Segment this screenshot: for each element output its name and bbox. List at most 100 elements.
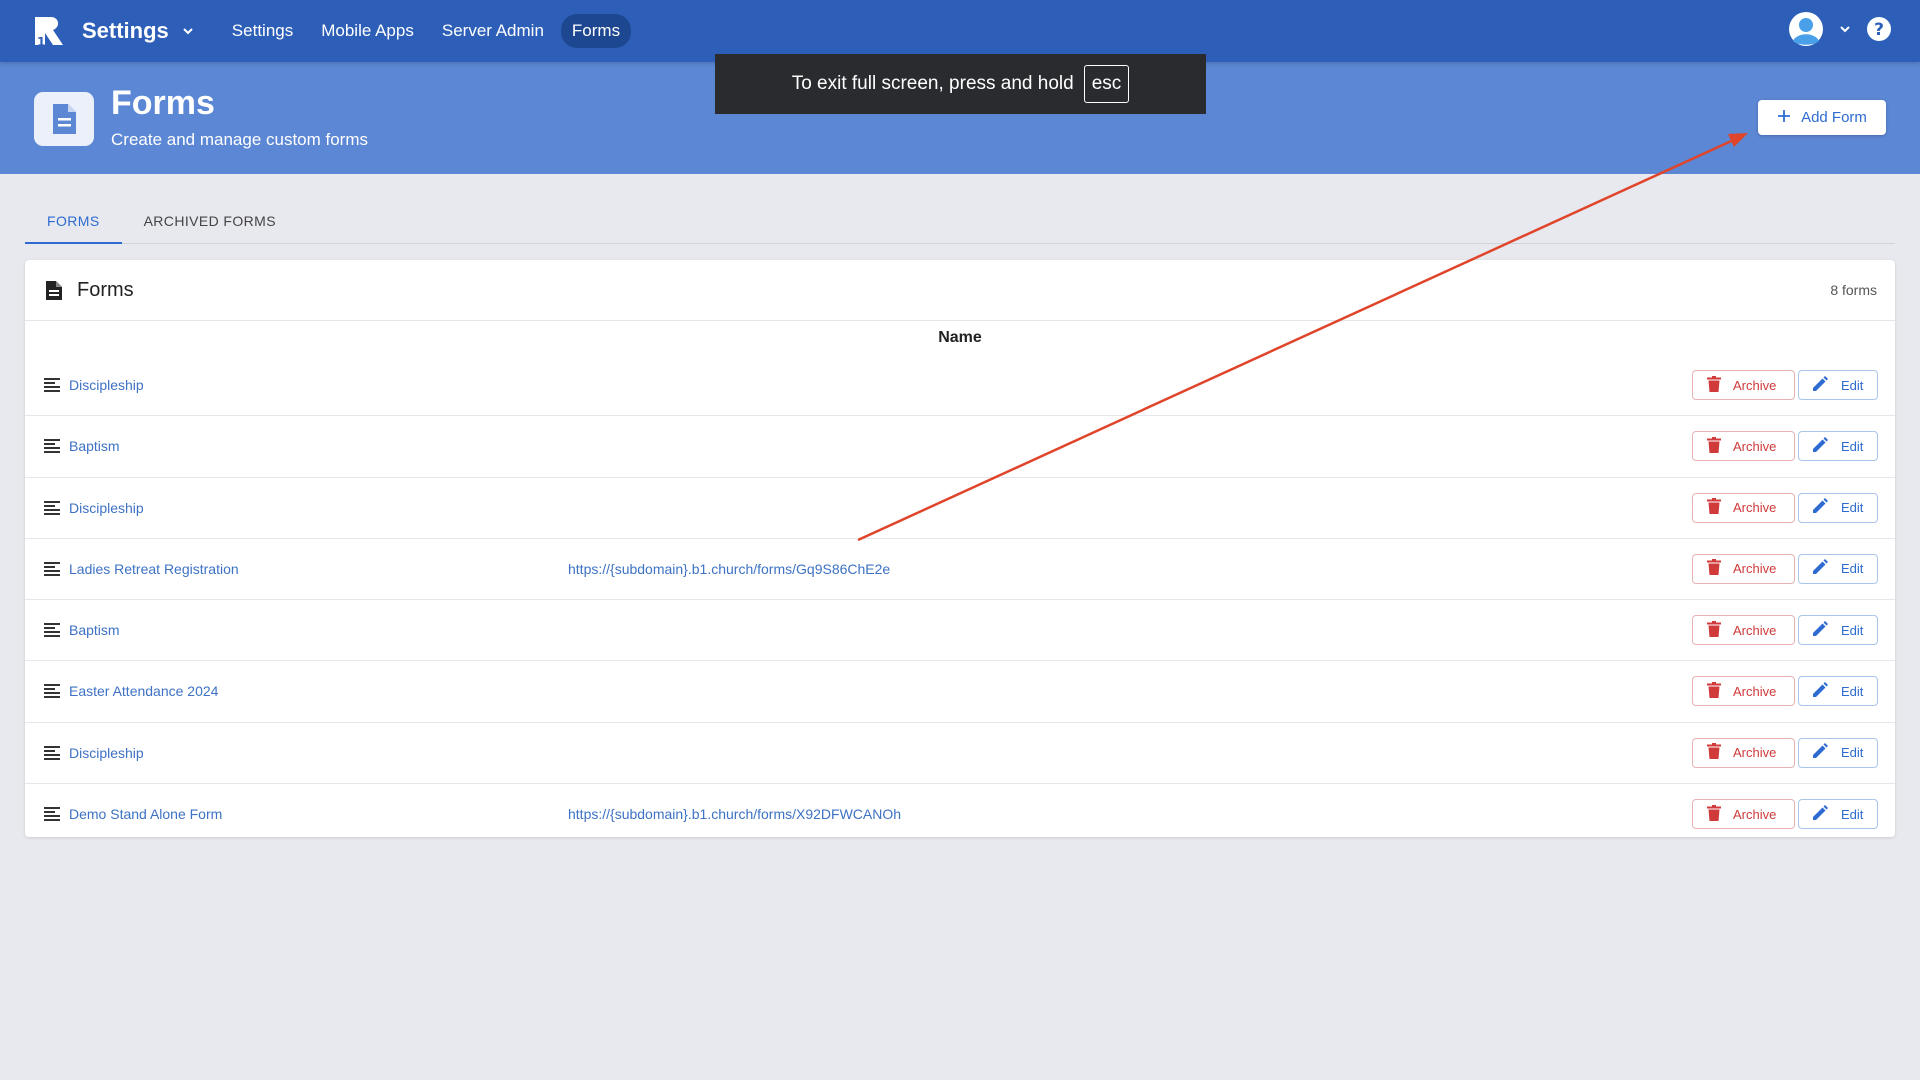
toast-text: To exit full screen, press and hold bbox=[791, 73, 1074, 94]
nav-item-mobile-apps[interactable]: Mobile Apps bbox=[310, 14, 425, 48]
table-row: Ladies Retreat Registration https://{subd… bbox=[25, 539, 1895, 601]
tab-archived-forms[interactable]: ARCHIVED FORMS bbox=[122, 200, 298, 244]
account-chevron-down-icon[interactable] bbox=[1838, 22, 1852, 41]
lines-icon bbox=[44, 378, 60, 397]
archive-label: Archive bbox=[1733, 377, 1777, 393]
trash-icon bbox=[1707, 804, 1721, 824]
lines-icon bbox=[44, 500, 60, 520]
nav-item-server-admin[interactable]: Server Admin bbox=[431, 14, 555, 48]
edit-label: Edit bbox=[1841, 500, 1864, 516]
archive-label: Archive bbox=[1733, 683, 1777, 699]
chevron-down-icon[interactable] bbox=[181, 24, 195, 38]
esc-key-badge: esc bbox=[1083, 65, 1130, 103]
column-header-name[interactable]: Name bbox=[25, 321, 1895, 355]
edit-label: Edit bbox=[1841, 745, 1864, 761]
svg-text:?: ? bbox=[1874, 20, 1884, 40]
form-name-link[interactable]: Demo Stand Alone Form bbox=[69, 806, 222, 822]
add-form-button[interactable]: Add Form bbox=[1758, 100, 1886, 135]
table-row: Discipleship Archive Edit bbox=[25, 723, 1895, 785]
form-url-link[interactable]: https://{subdomain}.b1.church/forms/X92D… bbox=[568, 806, 901, 822]
table-row: Discipleship Archive Edit bbox=[25, 355, 1895, 417]
edit-label: Edit bbox=[1841, 622, 1864, 638]
edit-button[interactable]: Edit bbox=[1798, 370, 1878, 400]
form-name-link[interactable]: Easter Attendance 2024 bbox=[69, 683, 218, 699]
archive-button[interactable]: Archive bbox=[1692, 492, 1795, 523]
edit-label: Edit bbox=[1841, 377, 1864, 393]
archive-button[interactable]: Archive bbox=[1692, 370, 1795, 400]
app-title[interactable]: Settings bbox=[82, 18, 169, 44]
edit-button[interactable]: Edit bbox=[1798, 431, 1878, 462]
pencil-icon bbox=[1811, 681, 1829, 702]
pencil-icon bbox=[1811, 497, 1829, 518]
archive-button[interactable]: Archive bbox=[1692, 431, 1795, 462]
pencil-icon bbox=[1811, 742, 1829, 763]
nav-item-settings[interactable]: Settings bbox=[221, 14, 304, 48]
form-name-link[interactable]: Baptism bbox=[69, 622, 120, 638]
edit-button[interactable]: Edit bbox=[1798, 737, 1878, 768]
svg-text:1: 1 bbox=[37, 35, 45, 49]
form-name-link[interactable]: Discipleship bbox=[69, 377, 144, 393]
edit-button[interactable]: Edit bbox=[1798, 799, 1878, 830]
archive-button[interactable]: Archive bbox=[1692, 676, 1795, 707]
form-name-link[interactable]: Ladies Retreat Registration bbox=[69, 561, 239, 577]
archive-label: Archive bbox=[1733, 745, 1777, 761]
document-icon bbox=[45, 280, 63, 306]
trash-icon bbox=[1707, 375, 1721, 395]
card-title: Forms bbox=[77, 279, 134, 301]
main-nav: Settings Mobile Apps Server Admin Forms bbox=[221, 14, 632, 48]
edit-button[interactable]: Edit bbox=[1798, 492, 1878, 523]
lines-icon bbox=[44, 807, 60, 826]
document-icon bbox=[34, 92, 94, 146]
edit-button[interactable]: Edit bbox=[1798, 676, 1878, 707]
form-name-link[interactable]: Discipleship bbox=[69, 500, 144, 516]
trash-icon bbox=[1707, 620, 1721, 640]
pencil-icon bbox=[1811, 804, 1829, 825]
archive-button[interactable]: Archive bbox=[1692, 615, 1795, 646]
fullscreen-exit-toast: To exit full screen, press and hold esc bbox=[715, 54, 1206, 114]
lines-icon bbox=[44, 684, 60, 703]
card-header: Forms 8 forms bbox=[25, 260, 1895, 321]
trash-icon bbox=[1707, 743, 1721, 762]
edit-label: Edit bbox=[1841, 806, 1864, 822]
form-name-link[interactable]: Discipleship bbox=[69, 745, 144, 761]
pencil-icon bbox=[1811, 375, 1829, 396]
top-right-controls: ? bbox=[1788, 0, 1892, 62]
edit-button[interactable]: Edit bbox=[1798, 553, 1878, 584]
edit-label: Edit bbox=[1841, 438, 1864, 454]
table-row: Baptism Archive Edit bbox=[25, 600, 1895, 662]
edit-label: Edit bbox=[1841, 561, 1864, 577]
form-url-link[interactable]: https://{subdomain}.b1.church/forms/Gq9S… bbox=[568, 561, 890, 577]
lines-icon bbox=[44, 561, 60, 581]
table-row: Baptism Archive Edit bbox=[25, 416, 1895, 478]
forms-card: Forms 8 forms Name Discipleship Archive Ed… bbox=[25, 260, 1895, 837]
edit-button[interactable]: Edit bbox=[1798, 615, 1878, 646]
trash-icon bbox=[1707, 436, 1721, 456]
table-row: Demo Stand Alone Form https://{subdomain}… bbox=[25, 784, 1895, 845]
table-row: Easter Attendance 2024 Archive Edit bbox=[25, 661, 1895, 723]
archive-button[interactable]: Archive bbox=[1692, 799, 1795, 830]
plus-icon bbox=[1777, 109, 1791, 127]
pencil-icon bbox=[1811, 558, 1829, 579]
table-row: Discipleship Archive Edit bbox=[25, 478, 1895, 539]
trash-icon bbox=[1707, 498, 1721, 517]
archive-label: Archive bbox=[1733, 500, 1777, 516]
tab-forms[interactable]: FORMS bbox=[25, 200, 122, 244]
lines-icon bbox=[44, 745, 60, 765]
forms-list: Discipleship Archive Edit Baptism Archive Edi… bbox=[25, 355, 1895, 845]
pencil-icon bbox=[1811, 436, 1829, 457]
archive-button[interactable]: Archive bbox=[1692, 737, 1795, 768]
lines-icon bbox=[44, 439, 60, 458]
top-nav-bar: 1 Settings Settings Mobile Apps Server A… bbox=[0, 0, 1920, 62]
help-icon[interactable]: ? bbox=[1866, 16, 1892, 47]
archive-label: Archive bbox=[1733, 806, 1777, 822]
edit-label: Edit bbox=[1841, 683, 1864, 699]
archive-label: Archive bbox=[1733, 622, 1777, 638]
app-logo-icon[interactable]: 1 bbox=[30, 12, 68, 50]
archive-label: Archive bbox=[1733, 561, 1777, 577]
user-avatar-icon[interactable] bbox=[1788, 11, 1824, 52]
form-name-link[interactable]: Baptism bbox=[69, 438, 120, 454]
archive-button[interactable]: Archive bbox=[1692, 553, 1795, 584]
nav-item-forms[interactable]: Forms bbox=[560, 14, 632, 48]
trash-icon bbox=[1707, 681, 1721, 701]
trash-icon bbox=[1707, 559, 1721, 578]
